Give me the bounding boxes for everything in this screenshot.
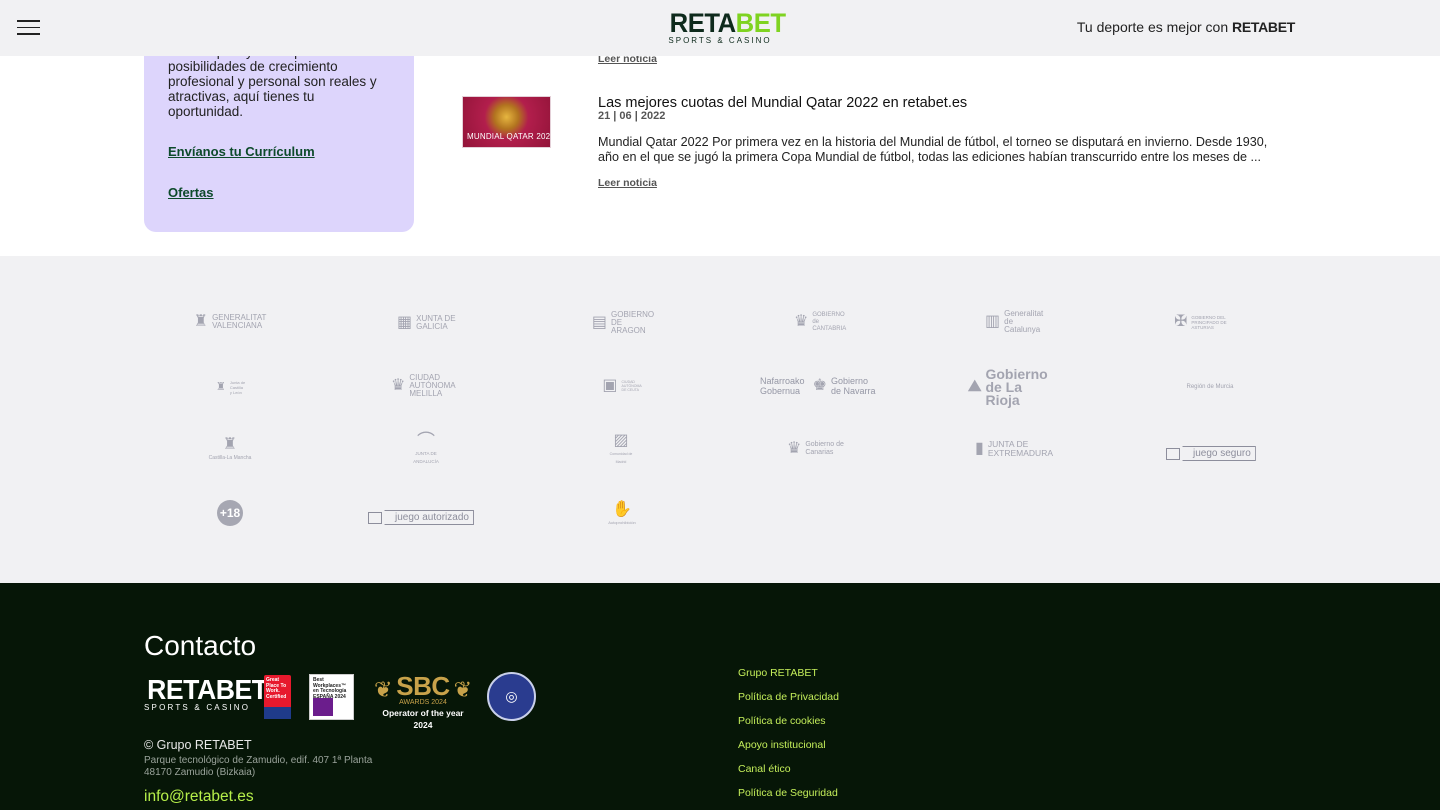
news-thumbnail[interactable]: MUNDIAL QATAR 2022: [462, 96, 551, 148]
castle-icon: ♜: [222, 435, 238, 453]
institutional-logos: ♜ GENERALITAT VALENCIANA ▦ XUNTA DE GALICI…: [0, 256, 1440, 583]
best-workplaces-badge: Best Workplaces™ en Tecnología ESPAÑA 20…: [309, 674, 354, 720]
crest-icon: ✠: [1174, 313, 1188, 330]
thumbnail-caption: MUNDIAL QATAR 2022: [467, 132, 551, 141]
logo-juego-seguro[interactable]: juego seguro: [1166, 446, 1256, 461]
tagline-brand: RETABET: [1232, 19, 1295, 35]
news-date: 21 | 06 | 2022: [598, 110, 666, 122]
arch-icon: ⌒: [417, 430, 435, 451]
logo-comunidad-madrid[interactable]: ▨ Comunidad de Madrid: [608, 431, 634, 464]
logo-gobierno-rioja[interactable]: ⛰ Gobierno de La Rioja: [968, 367, 1060, 407]
footer-link-cookies[interactable]: Política de cookies: [738, 715, 839, 727]
logo-text-main: RETA: [669, 8, 736, 38]
crest-icon: [368, 511, 382, 524]
retabet-logo[interactable]: RETABET SPORTS & CASINO: [667, 8, 786, 45]
logo-text-accent: BET: [735, 8, 786, 38]
laurel-right-icon: ❦: [453, 677, 472, 702]
footer-link-privacidad[interactable]: Política de Privacidad: [738, 691, 839, 703]
footer-link-apoyo[interactable]: Apoyo institucional: [738, 739, 839, 751]
logo-castilla-la-mancha[interactable]: ♜ Castilla-La Mancha: [207, 434, 253, 464]
crest-icon: ♛: [794, 313, 809, 330]
mountain-icon: ⛰: [968, 378, 982, 395]
send-cv-link[interactable]: Envíanos tu Currículum: [168, 144, 390, 159]
logo-juego-autorizado[interactable]: juego autorizado: [368, 510, 474, 525]
news-excerpt: Mundial Qatar 2022 Por primera vez en la…: [598, 135, 1268, 164]
tagline-text: Tu deporte es mejor con: [1076, 19, 1229, 35]
footer-link-seguridad[interactable]: Política de Seguridad: [738, 787, 839, 799]
logo-ceuta[interactable]: ▣ CIUDAD AUTÓNOMA DE CEUTA: [602, 372, 641, 400]
menu-icon[interactable]: [17, 20, 41, 36]
footer-links: Grupo RETABET Política de Privacidad Pol…: [738, 667, 839, 810]
plus-18-badge[interactable]: +18: [217, 500, 243, 526]
logo-junta-extremadura[interactable]: ▮ JUNTA DE EXTREMADURA: [975, 434, 1053, 464]
logo-gobierno-canarias[interactable]: ♛ Gobierno de Canarias: [787, 434, 849, 464]
contact-title: Contacto: [144, 630, 257, 661]
footer-link-grupo[interactable]: Grupo RETABET: [738, 667, 839, 679]
flag-icon: ▥: [985, 313, 1001, 330]
logo-junta-castilla-leon[interactable]: ♜ Junta de Castilla y León: [216, 374, 246, 400]
news-title[interactable]: Las mejores cuotas del Mundial Qatar 202…: [598, 95, 967, 111]
header-tagline: Tu deporte es mejor con RETABET: [1077, 19, 1295, 35]
logo-region-murcia[interactable]: Región de Murcia: [1177, 374, 1243, 400]
great-place-to-work-badge: Great Place To Work. Certified: [264, 675, 291, 719]
crest-icon: ♛: [787, 440, 802, 457]
sbc-awards-badge: ❦ ❦ SBC AWARDS 2024 Operator of the year…: [374, 671, 472, 730]
crest-icon: ♚: [812, 377, 828, 394]
logo-xunta-galicia[interactable]: ▦ XUNTA DE GALICIA: [397, 313, 457, 333]
footer-retabet-logo[interactable]: RETABET SPORTS & CASINO: [144, 676, 271, 713]
crest-icon: ♛: [391, 377, 406, 394]
logo-melilla[interactable]: ♛ CIUDAD AUTÓNOMA MELILLA: [391, 373, 461, 399]
logo-generalitat-valenciana[interactable]: ♜ GENERALITAT VALENCIANA: [194, 311, 267, 333]
footer: Contacto RETABET SPORTS & CASINO Great P…: [0, 583, 1440, 810]
logo-gobierno-navarra[interactable]: Nafarroako Gobernua ♚ Gobierno de Navarr…: [760, 372, 878, 400]
top-header: RETABET SPORTS & CASINO Tu deporte es me…: [0, 0, 1440, 56]
crest-icon: ♜: [216, 381, 226, 393]
logo-gobierno-cantabria[interactable]: ♛ GOBIERNO de CANTABRIA: [794, 311, 850, 333]
laurel-left-icon: ❦: [374, 677, 393, 702]
flag-icon: ▤: [591, 314, 607, 331]
logo-autoprohibicion[interactable]: ✋ Autoprohibición: [604, 499, 640, 529]
star-flag-icon: ▨: [613, 431, 629, 449]
responsible-gaming-seal-icon: ◎: [487, 672, 536, 721]
crest-icon: ▦: [397, 314, 413, 331]
logo-gobierno-aragon[interactable]: ▤ GOBIERNO DE ARAGON: [591, 311, 654, 335]
logo-junta-andalucia[interactable]: ⌒ JUNTA DE ANDALUCÍA: [404, 430, 448, 464]
crest-icon: ♜: [193, 313, 209, 330]
pillar-icon: ▮: [975, 440, 984, 457]
crest-icon: ▣: [602, 377, 618, 394]
crest-icon: [1166, 447, 1180, 460]
offers-link[interactable]: Ofertas: [168, 185, 390, 200]
copyright: © Grupo RETABET: [144, 738, 252, 752]
footer-link-canal-etico[interactable]: Canal ético: [738, 763, 839, 775]
read-news-link[interactable]: Leer noticia: [598, 177, 657, 189]
contact-email-link[interactable]: info@retabet.es: [144, 788, 254, 806]
logo-generalitat-catalunya[interactable]: ▥ Generalitat de Catalunya: [985, 310, 1045, 334]
logo-gobierno-asturias[interactable]: ✠ GOBIERNO DEL PRINCIPADO DE ASTURIAS: [1174, 310, 1248, 334]
address: Parque tecnológico de Zamudio, edif. 407…: [144, 755, 373, 778]
hand-icon: ✋: [612, 500, 632, 518]
